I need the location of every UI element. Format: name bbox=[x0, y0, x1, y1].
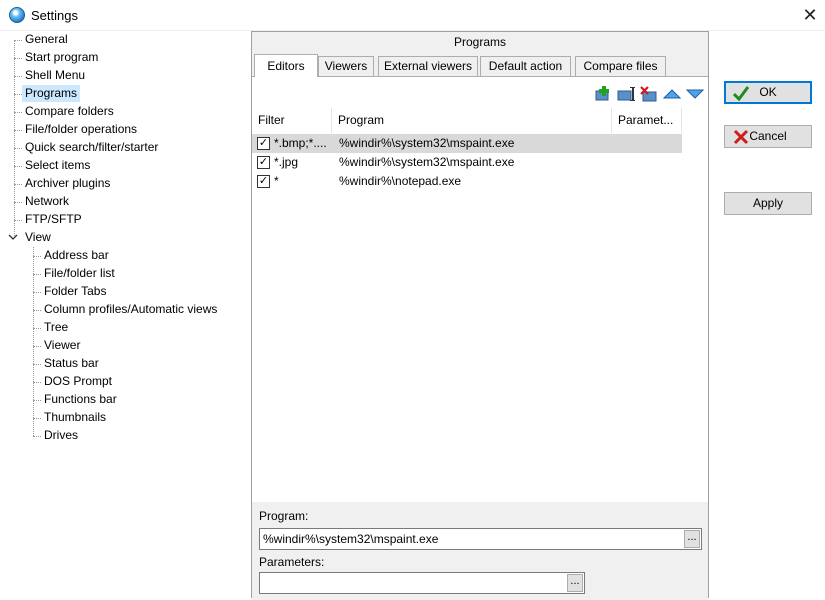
editors-list-header: Filter Program Paramet... bbox=[252, 108, 708, 133]
move-down-icon[interactable] bbox=[685, 86, 705, 102]
parameters-input[interactable]: ... bbox=[259, 572, 585, 594]
tree-connector bbox=[14, 40, 15, 238]
close-icon bbox=[733, 129, 749, 145]
tree-item-ftp-sftp[interactable]: FTP/SFTP bbox=[22, 211, 85, 228]
tree-connector bbox=[33, 346, 41, 347]
tree-connector bbox=[33, 400, 41, 401]
tree-connector bbox=[14, 166, 22, 167]
tree-connector bbox=[33, 436, 41, 437]
tree-item-file-folder-list[interactable]: File/folder list bbox=[41, 265, 118, 282]
tree-item-archiver-plugins[interactable]: Archiver plugins bbox=[22, 175, 113, 192]
apply-button[interactable]: Apply bbox=[724, 192, 812, 215]
tree-connector bbox=[14, 76, 22, 77]
tree-connector bbox=[14, 130, 22, 131]
tab-editors[interactable]: Editors bbox=[254, 54, 318, 77]
title-bar: Settings ✕ bbox=[0, 0, 825, 31]
settings-tree: General Start program Shell Menu Program… bbox=[0, 31, 250, 598]
column-header-parameters[interactable]: Paramet... bbox=[612, 108, 682, 133]
tree-connector bbox=[33, 418, 41, 419]
ok-button-label: OK bbox=[759, 85, 777, 99]
tab-compare-files[interactable]: Compare files bbox=[575, 56, 666, 77]
panel-title: Programs bbox=[453, 35, 506, 49]
tree-connector bbox=[14, 58, 22, 59]
move-up-icon[interactable] bbox=[662, 86, 682, 102]
program-input[interactable]: %windir%\system32\mspaint.exe ... bbox=[259, 528, 702, 550]
row-checkbox[interactable]: ✓ bbox=[257, 156, 270, 169]
tree-item-view[interactable]: View bbox=[22, 229, 54, 246]
tree-connector bbox=[33, 274, 41, 275]
tree-connector bbox=[14, 202, 22, 203]
apply-button-label: Apply bbox=[752, 196, 784, 210]
browse-parameters-button[interactable]: ... bbox=[567, 574, 583, 592]
editors-tab-content: Filter Program Paramet... ✓ *.bmp;*.... … bbox=[252, 76, 708, 600]
row-program: %windir%\system32\mspaint.exe bbox=[339, 136, 515, 150]
tree-item-viewer[interactable]: Viewer bbox=[41, 337, 83, 354]
cancel-button[interactable]: Cancel bbox=[724, 125, 812, 148]
tab-viewers[interactable]: Viewers bbox=[318, 56, 374, 77]
window-title: Settings bbox=[31, 8, 78, 23]
tree-item-dos-prompt[interactable]: DOS Prompt bbox=[41, 373, 115, 390]
tree-item-quick-search[interactable]: Quick search/filter/starter bbox=[22, 139, 161, 156]
tree-connector bbox=[14, 40, 22, 41]
tree-item-compare-folders[interactable]: Compare folders bbox=[22, 103, 117, 120]
table-row[interactable]: ✓ *.bmp;*.... %windir%\system32\mspaint.… bbox=[252, 134, 682, 153]
tree-item-network[interactable]: Network bbox=[22, 193, 72, 210]
tree-item-drives[interactable]: Drives bbox=[41, 427, 81, 444]
row-program: %windir%\notepad.exe bbox=[339, 174, 462, 188]
edit-icon[interactable] bbox=[617, 86, 636, 102]
column-header-program[interactable]: Program bbox=[332, 108, 612, 133]
row-filter: *.jpg bbox=[274, 155, 299, 169]
row-checkbox[interactable]: ✓ bbox=[257, 137, 270, 150]
tree-item-file-folder-operations[interactable]: File/folder operations bbox=[22, 121, 140, 138]
app-globe-icon bbox=[9, 7, 25, 23]
tab-external-viewers[interactable]: External viewers bbox=[378, 56, 478, 77]
tree-item-functions-bar[interactable]: Functions bar bbox=[41, 391, 120, 408]
row-filter: * bbox=[274, 174, 279, 188]
tree-connector bbox=[33, 310, 41, 311]
program-input-value: %windir%\system32\mspaint.exe bbox=[263, 532, 439, 546]
tree-item-folder-tabs[interactable]: Folder Tabs bbox=[41, 283, 109, 300]
tab-default-action[interactable]: Default action bbox=[480, 56, 571, 77]
tree-item-status-bar[interactable]: Status bar bbox=[41, 355, 102, 372]
row-checkbox[interactable]: ✓ bbox=[257, 175, 270, 188]
ok-button[interactable]: OK bbox=[724, 81, 812, 104]
programs-panel: Programs Editors Viewers External viewer… bbox=[251, 31, 709, 600]
table-row[interactable]: ✓ *.jpg %windir%\system32\mspaint.exe bbox=[252, 153, 682, 172]
row-filter: *.bmp;*.... bbox=[274, 136, 327, 150]
parameters-label: Parameters: bbox=[259, 555, 325, 569]
column-header-filter[interactable]: Filter bbox=[252, 108, 332, 133]
tree-connector bbox=[14, 148, 22, 149]
tree-connector bbox=[33, 364, 41, 365]
tree-connector bbox=[33, 328, 41, 329]
tree-item-start-program[interactable]: Start program bbox=[22, 49, 101, 66]
tree-item-programs[interactable]: Programs bbox=[22, 85, 81, 102]
row-program: %windir%\system32\mspaint.exe bbox=[339, 155, 515, 169]
cancel-button-label: Cancel bbox=[749, 129, 787, 143]
table-row[interactable]: ✓ * %windir%\notepad.exe bbox=[252, 172, 682, 191]
tree-connector bbox=[33, 247, 34, 436]
tree-connector bbox=[14, 112, 22, 113]
tree-item-shell-menu[interactable]: Shell Menu bbox=[22, 67, 88, 84]
chevron-down-icon[interactable] bbox=[8, 232, 18, 242]
close-icon[interactable]: ✕ bbox=[795, 0, 825, 30]
program-editor-area: Program: %windir%\system32\mspaint.exe .… bbox=[252, 502, 708, 600]
tree-item-tree[interactable]: Tree bbox=[41, 319, 71, 336]
tree-connector bbox=[14, 220, 22, 221]
tab-strip: Editors Viewers External viewers Default… bbox=[252, 54, 708, 77]
add-icon[interactable] bbox=[594, 86, 612, 102]
tree-connector bbox=[14, 94, 22, 95]
tree-item-column-profiles[interactable]: Column profiles/Automatic views bbox=[41, 301, 220, 318]
tree-connector bbox=[33, 292, 41, 293]
checkmark-icon bbox=[732, 85, 750, 102]
tree-item-general[interactable]: General bbox=[22, 31, 71, 48]
program-label: Program: bbox=[259, 509, 309, 523]
tree-item-select-items[interactable]: Select items bbox=[22, 157, 93, 174]
tree-connector bbox=[33, 256, 41, 257]
delete-icon[interactable] bbox=[640, 86, 658, 102]
browse-program-button[interactable]: ... bbox=[684, 530, 700, 548]
tree-connector bbox=[33, 382, 41, 383]
tree-connector bbox=[14, 184, 22, 185]
tree-item-thumbnails[interactable]: Thumbnails bbox=[41, 409, 109, 426]
tree-item-address-bar[interactable]: Address bar bbox=[41, 247, 112, 264]
